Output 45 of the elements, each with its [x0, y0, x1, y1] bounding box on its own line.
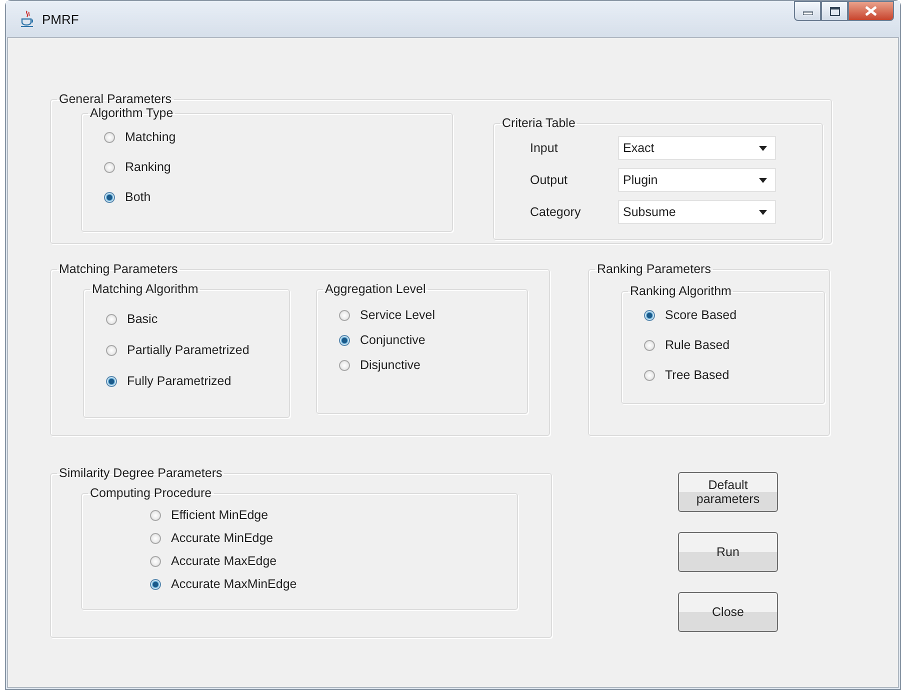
maximize-button[interactable] [821, 1, 848, 21]
caret-icon [759, 146, 767, 150]
radio-option[interactable]: Both [104, 188, 452, 206]
cup-icon [20, 10, 34, 28]
maximize-icon [830, 6, 840, 16]
radio-option[interactable]: Service Level [339, 306, 527, 324]
push-button[interactable]: Run [678, 532, 778, 572]
dropdown[interactable]: Plugin [618, 168, 776, 192]
field-label: Output [530, 173, 569, 187]
field-label: Input [530, 141, 559, 155]
radio-option[interactable]: Score Based [644, 306, 824, 324]
radio-option[interactable]: Ranking [104, 158, 452, 176]
group-title: Ranking Parameters [596, 262, 712, 276]
group-title: Aggregation Level [324, 282, 427, 296]
group-title: Matching Algorithm [91, 282, 200, 296]
radio-option[interactable]: Efficient MinEdge [150, 506, 517, 524]
dropdown[interactable]: Exact [618, 136, 776, 160]
group-title: Ranking Algorithm [629, 284, 732, 298]
radio-option[interactable]: Accurate MaxMinEdge [150, 575, 517, 593]
group-title: General Parameters [58, 92, 173, 106]
radio-option[interactable]: Disjunctive [339, 356, 527, 374]
group-title: Computing Procedure [89, 486, 213, 500]
radio-option[interactable]: Basic [106, 310, 289, 328]
radio-option[interactable]: Fully Parametrized [106, 372, 289, 390]
minimize-button[interactable] [794, 1, 821, 21]
caret-icon [759, 210, 767, 214]
caret-icon [759, 178, 767, 182]
radio-option[interactable]: Partially Parametrized [106, 341, 289, 359]
dropdown[interactable]: Subsume [618, 200, 776, 224]
radio-option[interactable]: Accurate MaxEdge [150, 552, 517, 570]
group-title: Matching Parameters [58, 262, 179, 276]
radio-option[interactable]: Conjunctive [339, 331, 527, 349]
radio-option[interactable]: Matching [104, 128, 452, 146]
group-title: Algorithm Type [89, 106, 174, 120]
radio-option[interactable]: Tree Based [644, 366, 824, 384]
window-title: PMRF [42, 12, 79, 26]
push-button[interactable]: Default parameters [678, 472, 778, 512]
radio-option[interactable]: Rule Based [644, 336, 824, 354]
close-button[interactable] [848, 1, 894, 21]
group-title: Similarity Degree Parameters [58, 466, 224, 480]
field-label: Category [530, 205, 582, 219]
close-icon [865, 6, 877, 16]
group-title: Criteria Table [501, 116, 576, 130]
radio-option[interactable]: Accurate MinEdge [150, 529, 517, 547]
push-button[interactable]: Close [678, 592, 778, 632]
